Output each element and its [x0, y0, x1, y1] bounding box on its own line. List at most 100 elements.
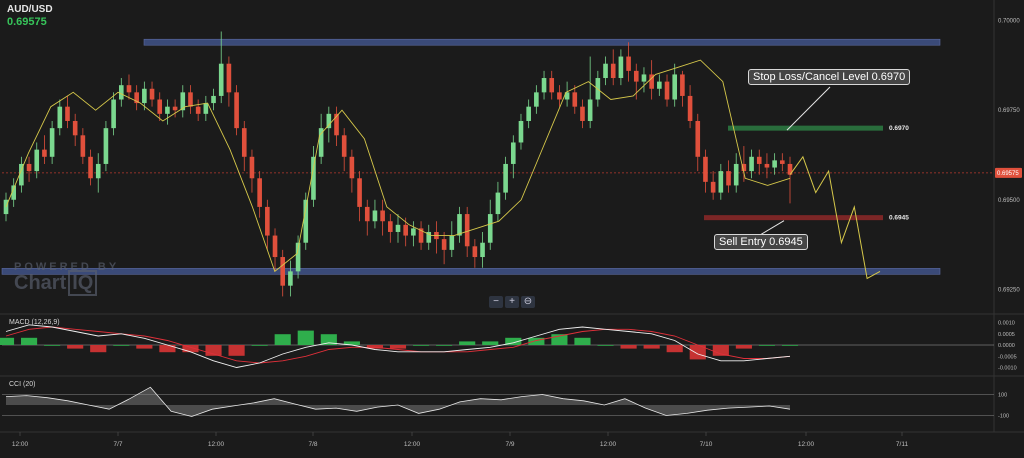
cci-axis-tick: -100 [998, 413, 1009, 419]
candle-body [241, 128, 247, 157]
candle-body [487, 214, 493, 243]
candle-body [680, 74, 685, 96]
price-axis-tick: 0.69750 [998, 108, 1020, 114]
macd-histogram-bar [44, 345, 61, 346]
symbol-box: AUD/USD 0.69575 [7, 4, 53, 28]
zoom-in-button[interactable]: + [505, 296, 519, 308]
candle-body [195, 106, 201, 114]
support-zone [1, 268, 941, 275]
macd-histogram-bar [459, 341, 476, 345]
macd-histogram-bar [412, 345, 430, 346]
current-price-badge-text: 0.69575 [997, 171, 1019, 177]
candle-body [587, 99, 593, 121]
zoom-reset-button[interactable]: ⊖ [521, 296, 535, 308]
candle-body [165, 106, 170, 114]
x-axis-tick: 12:00 [404, 441, 421, 448]
candle-body [172, 106, 178, 111]
x-axis-tick: 12:00 [600, 441, 617, 448]
x-axis-tick: 7/11 [896, 441, 909, 448]
candle-body [226, 63, 232, 93]
macd-histogram-bar [597, 345, 614, 346]
candle-body [188, 92, 193, 107]
candle-body [326, 113, 332, 129]
macd-histogram-bar [136, 345, 153, 349]
x-axis-tick: 7/8 [308, 441, 317, 448]
price-axis-tick: 0.69250 [998, 287, 1020, 293]
chart-stage[interactable]: 0.6970 0.6945 0.70000 0.69750 0.69500 0.69250… [0, 0, 1024, 453]
candle-body [157, 99, 163, 114]
macd-histogram-bar [735, 345, 752, 349]
candle-body [718, 171, 724, 193]
level-6970-label: 0.6970 [889, 125, 909, 132]
candle-body [349, 156, 355, 179]
candle-body [603, 63, 608, 79]
candle-body [249, 156, 255, 179]
cci-label: CCI (20) [9, 381, 36, 388]
macd-histogram-bar [620, 345, 637, 349]
candle-body [403, 224, 408, 236]
candle-body [65, 106, 70, 121]
macd-label: MACD (12,26,9) [9, 319, 60, 326]
stop-loss-level [728, 125, 883, 131]
candle-body [95, 163, 101, 179]
watermark-chart: Chart [14, 272, 67, 294]
candle-body [572, 92, 578, 107]
resistance-zone [143, 38, 941, 46]
candle-body [526, 106, 531, 121]
candle-body [380, 210, 385, 222]
macd-histogram-bar [20, 337, 38, 345]
candle-body [334, 113, 339, 136]
macd-histogram-bar [758, 345, 776, 346]
macd-histogram-bar [228, 345, 245, 356]
macd-histogram-bar [297, 330, 314, 345]
candle-body [103, 128, 109, 164]
macd-histogram-bar [251, 345, 268, 346]
candle-body [541, 78, 547, 93]
sell-entry-callout: Sell Entry 0.6945 [714, 234, 808, 250]
candle-body [449, 235, 455, 250]
macd-histogram-bar [436, 345, 453, 346]
candle-body [772, 160, 777, 168]
macd-histogram-bar [482, 341, 499, 345]
candle-body [534, 92, 539, 107]
candle-body [42, 149, 47, 157]
macd-axis-tick: -0.0005 [998, 354, 1017, 360]
price-axis-tick: 0.70000 [998, 19, 1020, 25]
candle-body [780, 160, 785, 164]
symbol-name: AUD/USD [7, 4, 53, 15]
candle-body [357, 178, 362, 207]
candle-body [641, 74, 647, 82]
candle-body [364, 206, 370, 222]
cci-axis-tick: 100 [998, 393, 1007, 399]
candle-body [34, 149, 40, 172]
level-6945-label: 0.6945 [889, 215, 909, 222]
candle-body [749, 156, 754, 172]
candle-body [88, 156, 93, 179]
candle-body [510, 142, 516, 164]
x-axis-tick: 7/7 [113, 441, 122, 448]
zoom-out-button[interactable]: − [489, 296, 503, 308]
candle-body [118, 85, 124, 100]
candle-body [142, 88, 147, 104]
macd-histogram-bar [0, 337, 15, 345]
macd-histogram-bar [643, 345, 660, 349]
zoom-controls: − + ⊖ [489, 296, 535, 308]
chart-canvas[interactable]: 0.6970 0.6945 0.70000 0.69750 0.69500 0.69250… [0, 0, 1024, 453]
candle-body [288, 271, 293, 286]
candle-body [280, 257, 286, 286]
candle-body [411, 228, 416, 236]
candle-body [372, 210, 378, 222]
candle-body [703, 156, 708, 182]
candle-body [464, 214, 470, 247]
candle-body [726, 171, 731, 186]
price-axis-tick: 0.69500 [998, 198, 1020, 204]
candle-body [580, 106, 585, 121]
candle-body [388, 221, 393, 232]
candle-body [218, 63, 224, 96]
chartiq-watermark: POWERED BY Chart IQ [14, 261, 119, 296]
candle-body [549, 78, 555, 93]
candle-body [657, 81, 662, 89]
candle-body [495, 192, 501, 215]
candle-body [557, 92, 562, 100]
candle-body [518, 120, 524, 143]
